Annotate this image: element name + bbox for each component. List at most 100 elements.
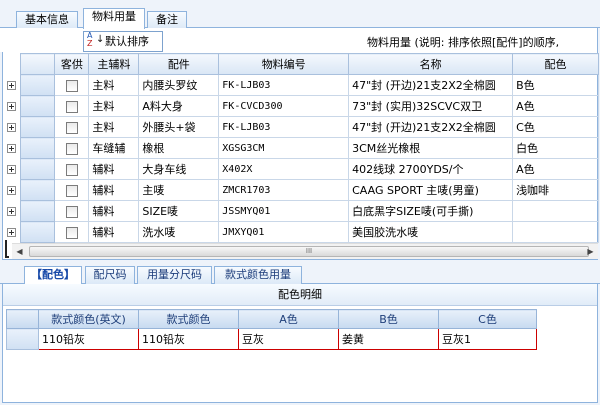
material-code-cell[interactable]: FK-LJB03	[218, 74, 350, 96]
scroll-right-icon[interactable]: ▶	[583, 244, 598, 259]
color-cell[interactable]: 浅咖啡	[512, 179, 599, 201]
tab-remarks[interactable]: 备注	[147, 11, 187, 29]
main-aux-cell[interactable]: 辅料	[88, 221, 140, 243]
checkbox[interactable]	[65, 100, 78, 113]
main-aux-cell[interactable]: 主料	[88, 74, 140, 96]
checkbox[interactable]	[65, 205, 78, 218]
tab-style-color-usage[interactable]: 款式颜色用量	[214, 266, 302, 284]
name-cell[interactable]: 美国胶洗水唛	[348, 221, 514, 243]
table-row[interactable]: 主料 外腰头+袋 FK-LJB03 47"封 (开边)21支2X2全棉圆 C色	[3, 116, 599, 138]
table-row[interactable]: 车缝辅 橡根 XGSG3CM 3CM丝光橡根 白色	[3, 137, 599, 159]
col-name[interactable]: 名称	[348, 53, 514, 75]
expand-row-button[interactable]	[3, 95, 21, 117]
checkbox[interactable]	[65, 142, 78, 155]
name-cell[interactable]: 47"封 (开边)21支2X2全棉圆	[348, 74, 514, 96]
col-part[interactable]: 配件	[138, 53, 220, 75]
style-color-cell[interactable]: 110铅灰	[138, 328, 239, 350]
main-aux-cell[interactable]: 辅料	[88, 179, 140, 201]
name-cell[interactable]: CAAG SPORT 主唛(男童)	[348, 179, 514, 201]
part-cell[interactable]: A料大身	[138, 95, 220, 117]
material-code-cell[interactable]: XGSG3CM	[218, 137, 350, 159]
customer-supplied-cell[interactable]	[54, 200, 90, 222]
name-cell[interactable]: 3CM丝光橡根	[348, 137, 514, 159]
name-cell[interactable]: 47"封 (开边)21支2X2全棉圆	[348, 116, 514, 138]
main-aux-cell[interactable]: 主料	[88, 95, 140, 117]
horizontal-scrollbar[interactable]: ◀ III ▶	[12, 243, 598, 259]
part-cell[interactable]: 洗水唛	[138, 221, 220, 243]
name-cell[interactable]: 白底黑字SIZE唛(可手撕)	[348, 200, 514, 222]
col-customer-supplied[interactable]: 客供	[54, 53, 90, 75]
color-cell[interactable]	[512, 221, 599, 243]
col-main-aux[interactable]: 主辅料	[88, 53, 140, 75]
tab-material-usage[interactable]: 物料用量	[83, 8, 145, 29]
customer-supplied-cell[interactable]	[54, 221, 90, 243]
expand-row-button[interactable]	[3, 137, 21, 159]
tab-usage-by-size[interactable]: 用量分尺码	[137, 266, 212, 284]
table-row[interactable]: 主料 内腰头罗纹 FK-LJB03 47"封 (开边)21支2X2全棉圆 B色	[3, 74, 599, 96]
main-aux-cell[interactable]: 辅料	[88, 158, 140, 180]
col-color-b[interactable]: B色	[338, 309, 439, 329]
col-style-color-en[interactable]: 款式颜色(英文)	[38, 309, 139, 329]
material-code-cell[interactable]: JSSMYQ01	[218, 200, 350, 222]
checkbox[interactable]	[65, 79, 78, 92]
expand-row-button[interactable]	[3, 116, 21, 138]
main-aux-cell[interactable]: 辅料	[88, 200, 140, 222]
material-code-cell[interactable]: FK-CVCD300	[218, 95, 350, 117]
tab-basic-info[interactable]: 基本信息	[16, 11, 78, 29]
style-color-en-cell[interactable]: 110铅灰	[38, 328, 139, 350]
part-cell[interactable]: SIZE唛	[138, 200, 220, 222]
customer-supplied-cell[interactable]	[54, 158, 90, 180]
row-header[interactable]	[6, 328, 39, 350]
col-material-code[interactable]: 物料编号	[218, 53, 350, 75]
material-code-cell[interactable]: ZMCR1703	[218, 179, 350, 201]
part-cell[interactable]: 大身车线	[138, 158, 220, 180]
checkbox[interactable]	[65, 163, 78, 176]
table-row[interactable]: 主料 A料大身 FK-CVCD300 73"封 (实用)32SCVC双卫 A色	[3, 95, 599, 117]
row-header[interactable]	[20, 200, 56, 222]
customer-supplied-cell[interactable]	[54, 74, 90, 96]
color-cell[interactable]	[512, 200, 599, 222]
color-cell[interactable]: A色	[512, 158, 599, 180]
color-a-cell[interactable]: 豆灰	[238, 328, 339, 350]
customer-supplied-cell[interactable]	[54, 95, 90, 117]
part-cell[interactable]: 主唛	[138, 179, 220, 201]
color-cell[interactable]: B色	[512, 74, 599, 96]
color-c-cell[interactable]: 豆灰1	[438, 328, 537, 350]
default-sort-button[interactable]: A Z ↓ 默认排序	[83, 31, 163, 52]
expand-row-button[interactable]	[3, 200, 21, 222]
table-row[interactable]: 辅料 SIZE唛 JSSMYQ01 白底黑字SIZE唛(可手撕)	[3, 200, 599, 222]
row-header[interactable]	[20, 179, 56, 201]
expand-row-button[interactable]	[3, 74, 21, 96]
row-header[interactable]	[20, 116, 56, 138]
splitter-handle[interactable]	[5, 240, 9, 258]
material-code-cell[interactable]: FK-LJB03	[218, 116, 350, 138]
checkbox[interactable]	[65, 184, 78, 197]
col-color[interactable]: 配色	[512, 53, 599, 75]
row-header[interactable]	[20, 137, 56, 159]
scroll-left-icon[interactable]: ◀	[12, 244, 27, 259]
table-row[interactable]: 辅料 洗水唛 JMXYQ01 美国胶洗水唛	[3, 221, 599, 243]
customer-supplied-cell[interactable]	[54, 179, 90, 201]
customer-supplied-cell[interactable]	[54, 116, 90, 138]
checkbox[interactable]	[65, 121, 78, 134]
main-aux-cell[interactable]: 主料	[88, 116, 140, 138]
name-cell[interactable]: 73"封 (实用)32SCVC双卫	[348, 95, 514, 117]
color-cell[interactable]: 白色	[512, 137, 599, 159]
part-cell[interactable]: 外腰头+袋	[138, 116, 220, 138]
row-header[interactable]	[20, 95, 56, 117]
material-code-cell[interactable]: JMXYQ01	[218, 221, 350, 243]
tab-size-match[interactable]: 配尺码	[85, 266, 135, 284]
row-header[interactable]	[20, 158, 56, 180]
col-style-color[interactable]: 款式颜色	[138, 309, 239, 329]
expand-row-button[interactable]	[3, 158, 21, 180]
checkbox[interactable]	[65, 226, 78, 239]
customer-supplied-cell[interactable]	[54, 137, 90, 159]
material-code-cell[interactable]: X402X	[218, 158, 350, 180]
col-color-c[interactable]: C色	[438, 309, 537, 329]
tab-color-match[interactable]: 【配色】	[24, 266, 82, 284]
table-row[interactable]: 辅料 主唛 ZMCR1703 CAAG SPORT 主唛(男童) 浅咖啡	[3, 179, 599, 201]
row-header[interactable]	[20, 74, 56, 96]
color-b-cell[interactable]: 姜黄	[338, 328, 439, 350]
color-cell[interactable]: C色	[512, 116, 599, 138]
expand-row-button[interactable]	[3, 179, 21, 201]
